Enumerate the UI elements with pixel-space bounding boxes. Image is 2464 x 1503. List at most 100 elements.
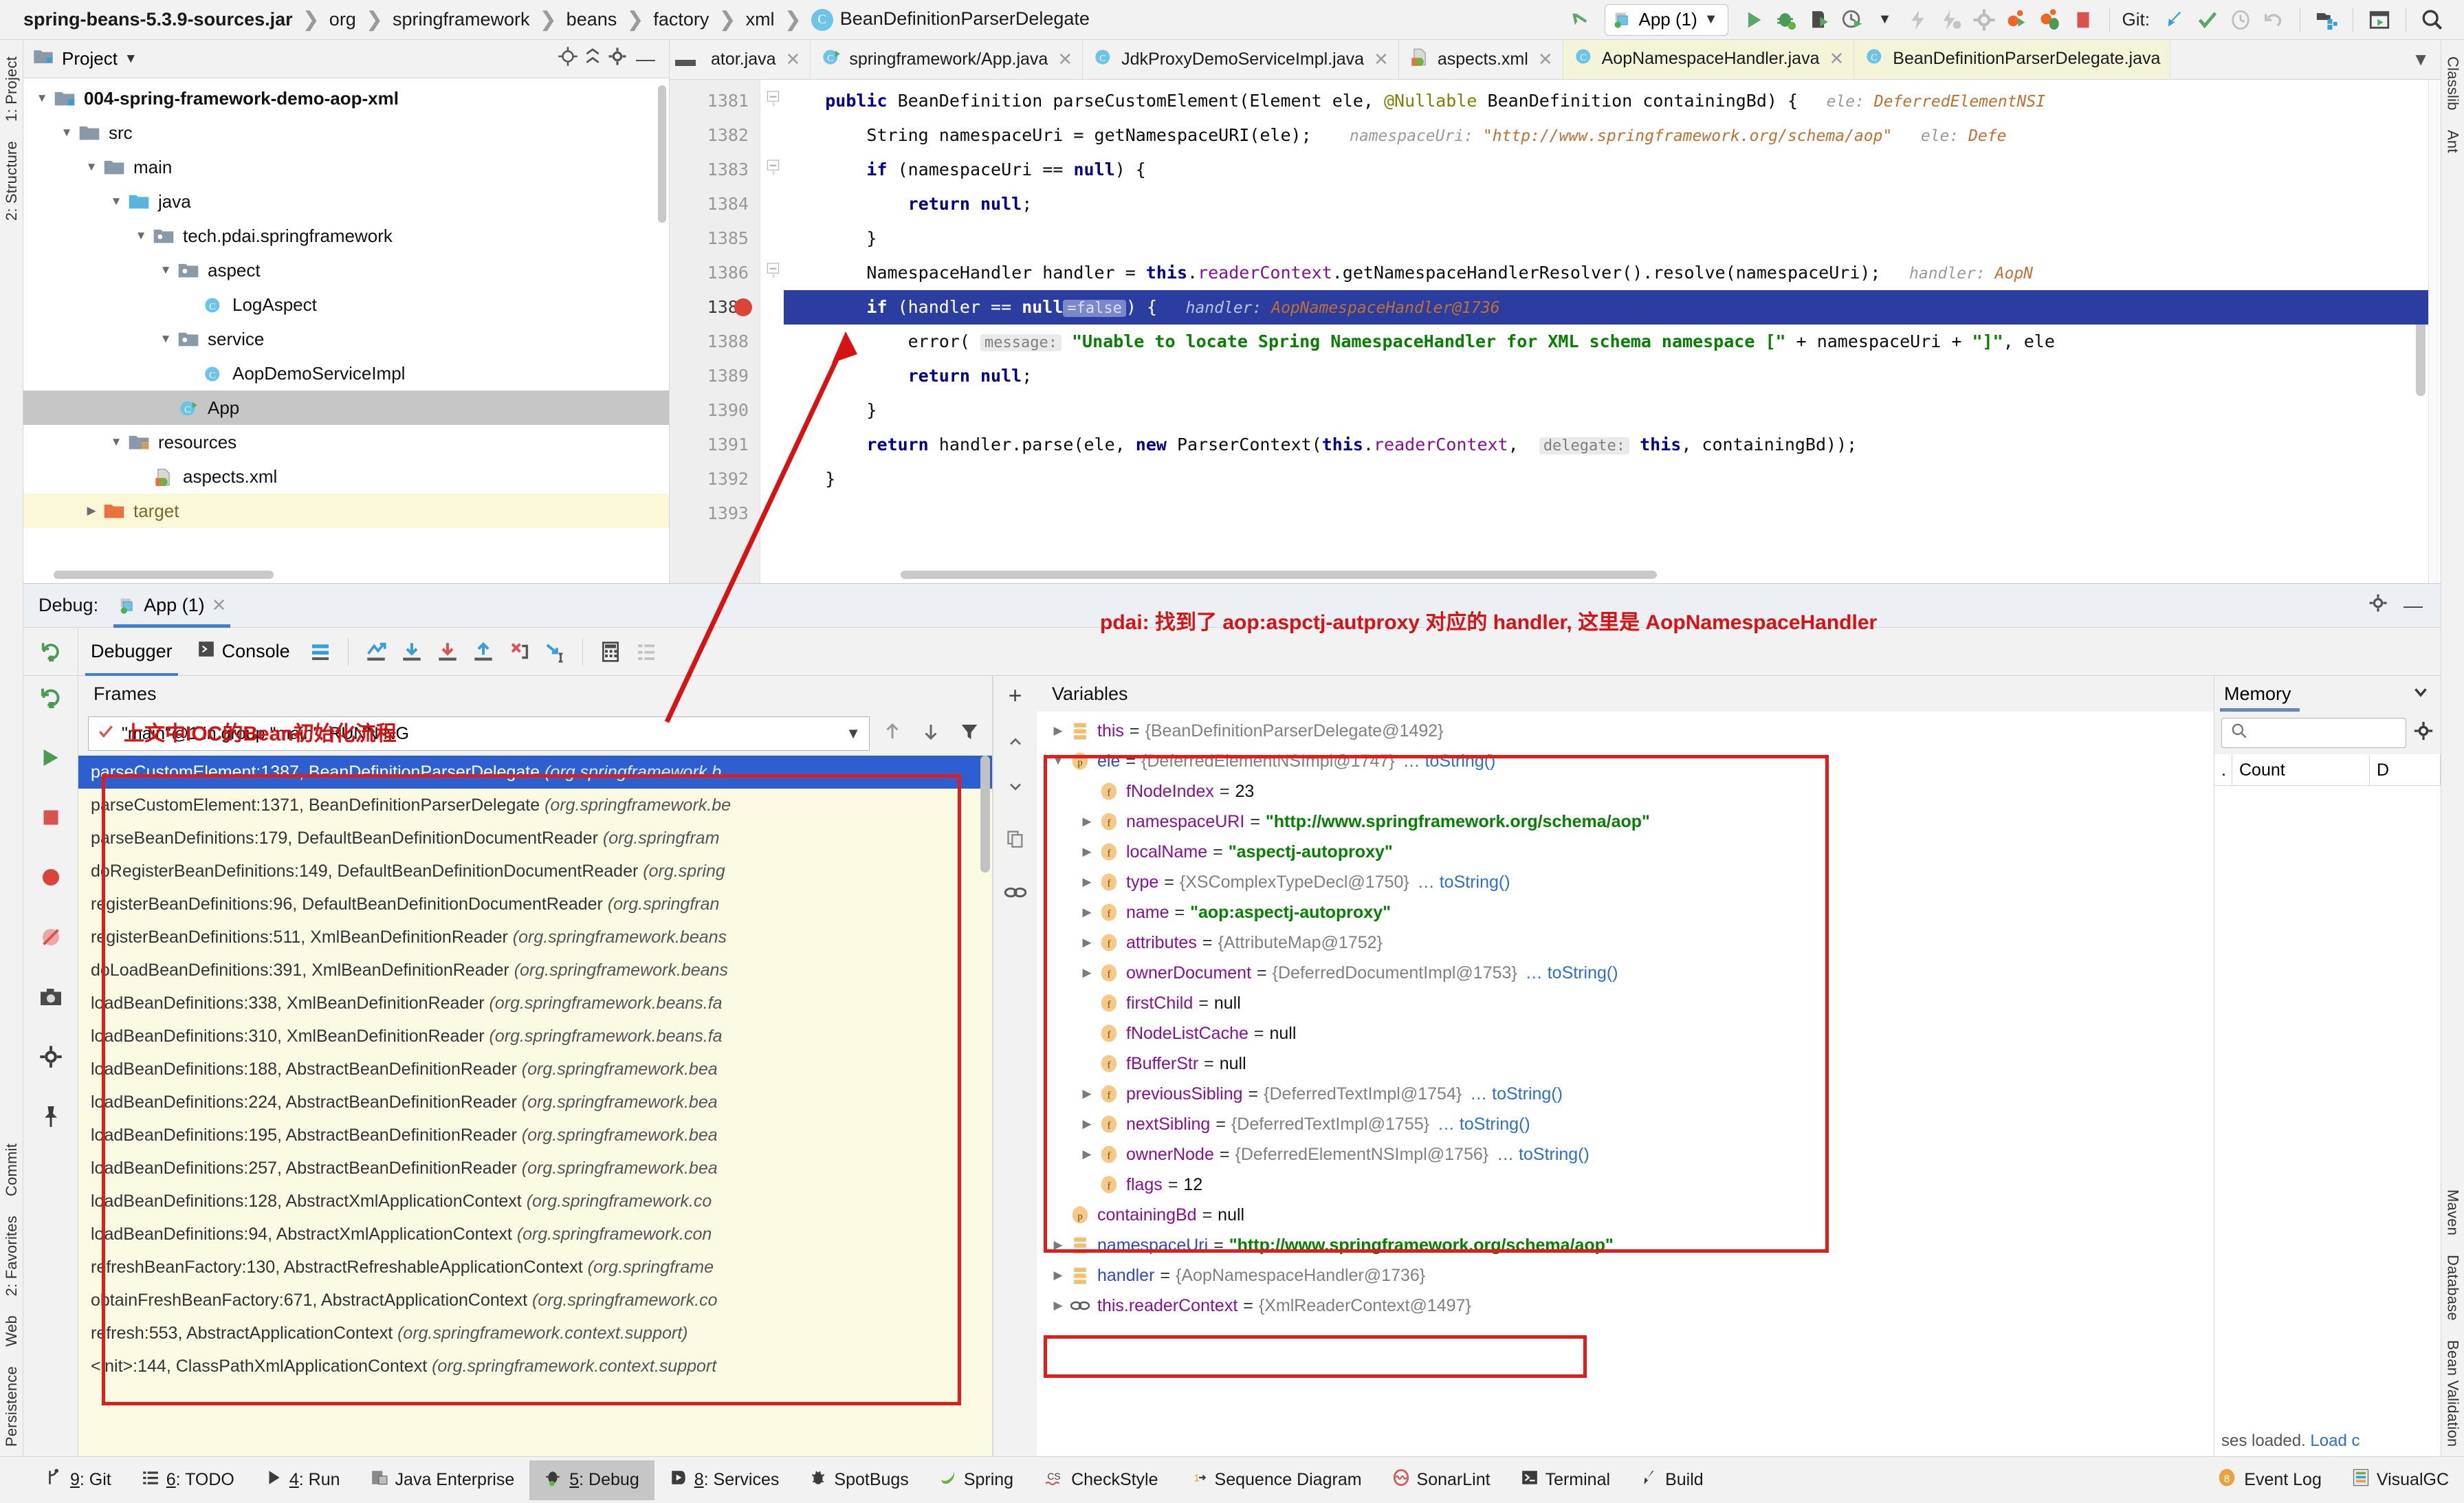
collapse-all-icon[interactable]: [582, 46, 603, 72]
git-rollback-icon[interactable]: [2257, 3, 2290, 36]
close-icon[interactable]: ✕: [212, 595, 227, 616]
gear-icon[interactable]: [2413, 721, 2434, 746]
editor-tab-jdkproxydemoserviceimpl-java[interactable]: C JdkProxyDemoServiceImpl.java ✕: [1083, 40, 1399, 79]
frame-row[interactable]: loadBeanDefinitions:94, AbstractXmlAppli…: [78, 1218, 992, 1251]
tree-node-src[interactable]: ▼ src: [23, 116, 669, 150]
frame-row[interactable]: refreshBeanFactory:130, AbstractRefresha…: [78, 1251, 992, 1284]
frame-row[interactable]: parseCustomElement:1387, BeanDefinitionP…: [78, 756, 992, 789]
chevron-down-icon[interactable]: ▼: [124, 52, 138, 67]
status-item-event-log[interactable]: 8 Event Log: [2201, 1460, 2337, 1500]
tool-window-bean-validation[interactable]: Bean Validation: [2443, 1330, 2463, 1457]
code-lines[interactable]: public BeanDefinition parseCustomElement…: [784, 80, 2428, 583]
code-editor[interactable]: 1381 1382 1383 1384 1385 1386 1387 1388 1389 1390…: [670, 80, 2441, 583]
close-icon[interactable]: ✕: [1374, 49, 1389, 70]
arrow-down-icon[interactable]: [1006, 776, 1025, 800]
frame-row[interactable]: doLoadBeanDefinitions:391, XmlBeanDefini…: [78, 954, 992, 987]
back-arrow-icon[interactable]: [1563, 3, 1596, 36]
editor-marker-bar[interactable]: [2428, 80, 2441, 583]
variable-row-namespaceuri[interactable]: ▶ namespaceUri = "http://www.springframewor…: [1037, 1230, 2214, 1260]
frame-row[interactable]: <init>:144, ClassPathXmlApplicationConte…: [78, 1350, 992, 1383]
status-item-checkstyle[interactable]: CS CheckStyle: [1028, 1460, 1173, 1500]
status-item-visualgc[interactable]: VisualGC: [2337, 1460, 2464, 1500]
chevron-right-icon[interactable]: ▶: [1075, 867, 1099, 897]
add-watch-icon[interactable]: +: [1009, 683, 1022, 710]
settings-icon[interactable]: [38, 1044, 63, 1074]
tree-node-aopdemoserviceimpl[interactable]: C AopDemoServiceImpl: [23, 356, 669, 391]
editor-hscrollbar[interactable]: [901, 571, 1657, 579]
frame-row[interactable]: doRegisterBeanDefinitions:149, DefaultBe…: [78, 855, 992, 888]
tree-node-target[interactable]: ▶ target: [23, 494, 669, 528]
editor-tab-aspects-xml[interactable]: aspects.xml ✕: [1399, 40, 1563, 79]
frame-row[interactable]: loadBeanDefinitions:338, XmlBeanDefiniti…: [78, 987, 992, 1020]
minimize-icon[interactable]: —: [2404, 595, 2423, 617]
editor-tab-beandefinitionparserdelegate-java[interactable]: C BeanDefinitionParserDelegate.java: [1854, 40, 2171, 79]
variable-row-name[interactable]: ▶ f name = "aop:aspectj-autoproxy": [1037, 897, 2214, 928]
chevron-down-icon[interactable]: ▼: [55, 126, 78, 140]
breadcrumb-item-3[interactable]: beans: [566, 9, 617, 30]
frame-row[interactable]: refresh:553, AbstractApplicationContext …: [78, 1317, 992, 1350]
chevron-right-icon[interactable]: ▶: [1075, 807, 1099, 837]
screenshot-icon[interactable]: [38, 985, 63, 1014]
variable-row-firstchild[interactable]: f firstChild = null: [1037, 988, 2214, 1018]
close-icon[interactable]: ✕: [1829, 48, 1844, 69]
arrow-up-icon[interactable]: [877, 721, 908, 747]
chevron-down-icon[interactable]: ▼: [104, 435, 128, 449]
filter-icon[interactable]: [954, 721, 985, 747]
editor-tab-springframework-app-java[interactable]: Cspringframework/App.java ✕: [811, 40, 1084, 79]
maven-run-icon[interactable]: [2001, 3, 2034, 36]
tree-node-java[interactable]: ▼ java: [23, 184, 669, 219]
chevron-right-icon[interactable]: ▶: [1046, 716, 1070, 746]
tool-window-classlib[interactable]: Classlib: [2443, 47, 2463, 120]
chevron-right-icon[interactable]: ▶: [1046, 1230, 1070, 1260]
variable-row-fbufferstr[interactable]: f fBufferStr = null: [1037, 1049, 2214, 1079]
run-configuration-selector[interactable]: App (1) ▼: [1605, 3, 1728, 36]
status-item-services[interactable]: 8: Services: [654, 1460, 795, 1500]
chevron-down-icon[interactable]: ▼: [1704, 12, 1718, 28]
tool-window-web[interactable]: Web: [1, 1306, 22, 1356]
arrow-up-icon[interactable]: [1006, 733, 1025, 757]
memory-header[interactable]: Memory: [2214, 676, 2441, 712]
chevron-down-icon[interactable]: ▼: [30, 91, 54, 105]
variable-tostring-link[interactable]: … toString(): [1418, 867, 1510, 897]
select-target-icon[interactable]: [558, 46, 578, 72]
chevron-down-icon[interactable]: [2410, 681, 2431, 707]
variable-row-ownernode[interactable]: ▶ f ownerNode = {DeferredElementNSImpl@1756}…: [1037, 1139, 2214, 1170]
memory-table-body[interactable]: [2214, 786, 2441, 1426]
rerun-icon[interactable]: [38, 685, 63, 715]
frame-row[interactable]: parseBeanDefinitions:179, DefaultBeanDef…: [78, 822, 992, 855]
frames-list[interactable]: parseCustomElement:1387, BeanDefinitionP…: [78, 756, 992, 1456]
editor-gutter[interactable]: 1381 1382 1383 1384 1385 1386 1387 1388 1389 1390…: [670, 80, 760, 583]
memory-col-count[interactable]: Count: [2232, 754, 2370, 786]
rerun-icon[interactable]: [23, 627, 78, 676]
memory-search-field[interactable]: [2221, 718, 2406, 748]
tree-node-main[interactable]: ▼ main: [23, 150, 669, 184]
breadcrumb-item-5[interactable]: xml: [746, 9, 775, 30]
variable-row-attributes[interactable]: ▶ f attributes = {AttributeMap@1752}: [1037, 928, 2214, 958]
layout-settings-icon[interactable]: [302, 634, 338, 670]
code-line-1386[interactable]: NamespaceHandler handler = this.readerCo…: [784, 256, 2428, 290]
tree-node-app[interactable]: C App: [23, 391, 669, 425]
frame-row[interactable]: loadBeanDefinitions:195, AbstractBeanDef…: [78, 1119, 992, 1152]
build-debug-icon[interactable]: [1935, 3, 1968, 36]
tree-node-tech-pdai-springframework[interactable]: ▼ tech.pdai.springframework: [23, 219, 669, 253]
status-item-spring[interactable]: Spring: [924, 1460, 1028, 1500]
close-icon[interactable]: ✕: [786, 49, 801, 70]
pin-icon[interactable]: [38, 1104, 63, 1134]
chevron-right-icon[interactable]: ▶: [1075, 958, 1099, 988]
status-item-git[interactable]: 9: Git: [30, 1460, 126, 1500]
variable-row-this-readercontext[interactable]: ▶ this.readerContext = {XmlReaderContext@14…: [1037, 1291, 2214, 1321]
scroll-left-icon[interactable]: ▬: [670, 40, 701, 79]
chevron-right-icon[interactable]: ▶: [1075, 897, 1099, 928]
variable-row-ownerdocument[interactable]: ▶ f ownerDocument = {DeferredDocumentImpl@17…: [1037, 958, 2214, 988]
hide-panel-icon[interactable]: —: [632, 48, 659, 70]
variables-list[interactable]: ▶ this = {BeanDefinitionParserDelegate@1492…: [1037, 712, 2214, 1456]
chevron-right-icon[interactable]: ▶: [1075, 1079, 1099, 1109]
tool-window-maven[interactable]: Maven: [2443, 1180, 2463, 1245]
chevron-right-icon[interactable]: ▶: [1075, 837, 1099, 867]
code-line-1390[interactable]: }: [784, 393, 2428, 428]
build-icon[interactable]: [1902, 3, 1935, 36]
memory-search-input[interactable]: [2248, 723, 2406, 743]
variable-row-previoussibling[interactable]: ▶ f previousSibling = {DeferredTextImpl@1754…: [1037, 1079, 2214, 1109]
show-execution-point-icon[interactable]: [358, 634, 394, 670]
variable-tostring-link[interactable]: … toString(): [1403, 746, 1496, 776]
